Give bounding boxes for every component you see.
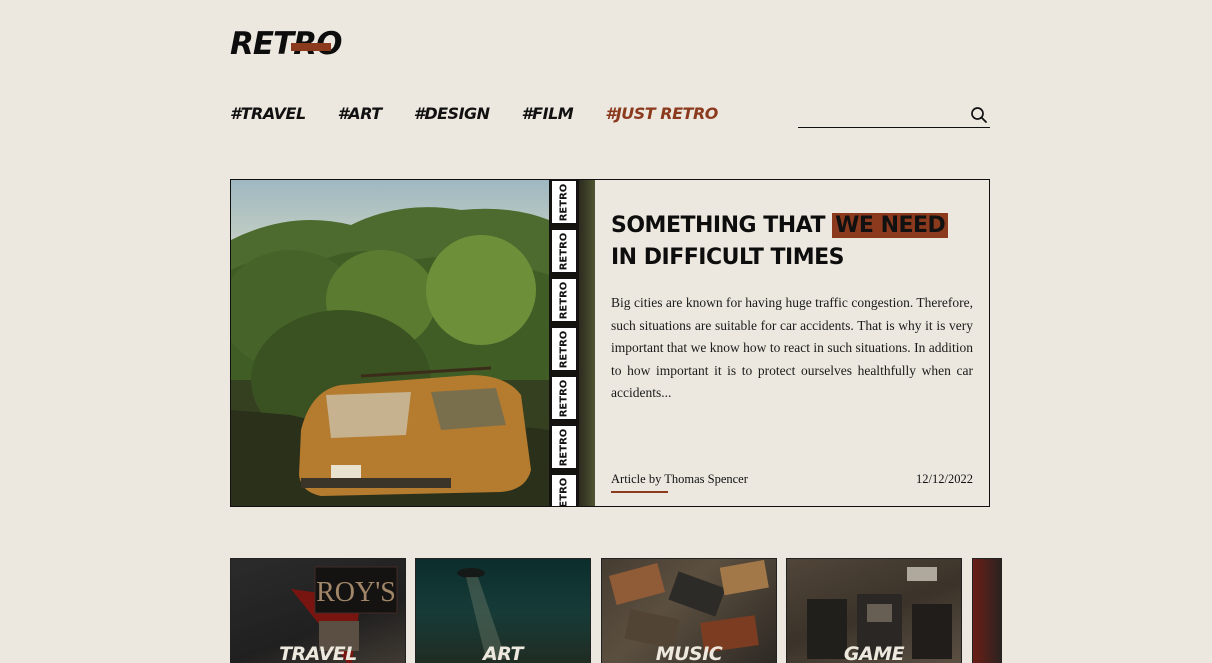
film-frame: RETRO	[551, 376, 577, 420]
category-card-label: TRAVEL	[279, 643, 357, 663]
category-card-label: ART	[483, 643, 523, 663]
film-strip-edge	[579, 180, 595, 506]
film-frame: RETRO	[551, 180, 577, 224]
category-cards: ROY'S TRAVEL ART MUSIC GAME	[230, 558, 1212, 663]
category-card-label: GAME	[843, 643, 905, 663]
search-icon[interactable]	[970, 106, 988, 124]
featured-article-body: SOMETHING THAT WE NEED IN DIFFICULT TIME…	[595, 180, 989, 506]
article-author-link[interactable]: Article by Thomas Spencer	[611, 472, 748, 487]
logo-accent-bar	[291, 43, 331, 51]
film-frame: RETRO	[551, 327, 577, 371]
category-card-label: MUSIC	[655, 643, 723, 663]
nav-item-design[interactable]: #DESIGN	[414, 104, 490, 123]
category-card-game[interactable]: GAME	[786, 558, 962, 663]
film-frame: RETRO	[551, 425, 577, 469]
film-frame: RETRO	[551, 278, 577, 322]
author-underline	[611, 491, 668, 493]
article-date: 12/12/2022	[916, 472, 973, 486]
nav-item-travel[interactable]: #TRAVEL	[230, 104, 306, 123]
nav-item-just-retro[interactable]: #JUST RETRO	[605, 104, 718, 123]
search-bar	[798, 103, 990, 128]
category-card-partial[interactable]	[972, 558, 1002, 663]
category-card-travel[interactable]: ROY'S TRAVEL	[230, 558, 406, 663]
featured-image: RETRO RETRO RETRO RETRO RETRO RETRO RETR…	[231, 180, 595, 506]
title-highlight: WE NEED	[832, 213, 949, 238]
nav-item-film[interactable]: #FILM	[522, 104, 574, 123]
featured-article-title[interactable]: SOMETHING THAT WE NEED IN DIFFICULT TIME…	[611, 210, 961, 274]
category-nav: #TRAVEL #ART #DESIGN #FILM #JUST RETRO	[230, 104, 718, 123]
film-frame: RETRO	[551, 229, 577, 273]
featured-article[interactable]: RETRO RETRO RETRO RETRO RETRO RETRO RETR…	[230, 179, 990, 507]
category-card-music[interactable]: MUSIC	[601, 558, 777, 663]
category-card-art[interactable]: ART	[415, 558, 591, 663]
search-input[interactable]	[798, 103, 963, 126]
film-strip-decoration: RETRO RETRO RETRO RETRO RETRO RETRO RETR…	[549, 180, 595, 506]
featured-article-excerpt: Big cities are known for having huge tra…	[611, 295, 973, 400]
film-frame: RETRO	[551, 474, 577, 506]
nav-item-art[interactable]: #ART	[338, 104, 383, 123]
